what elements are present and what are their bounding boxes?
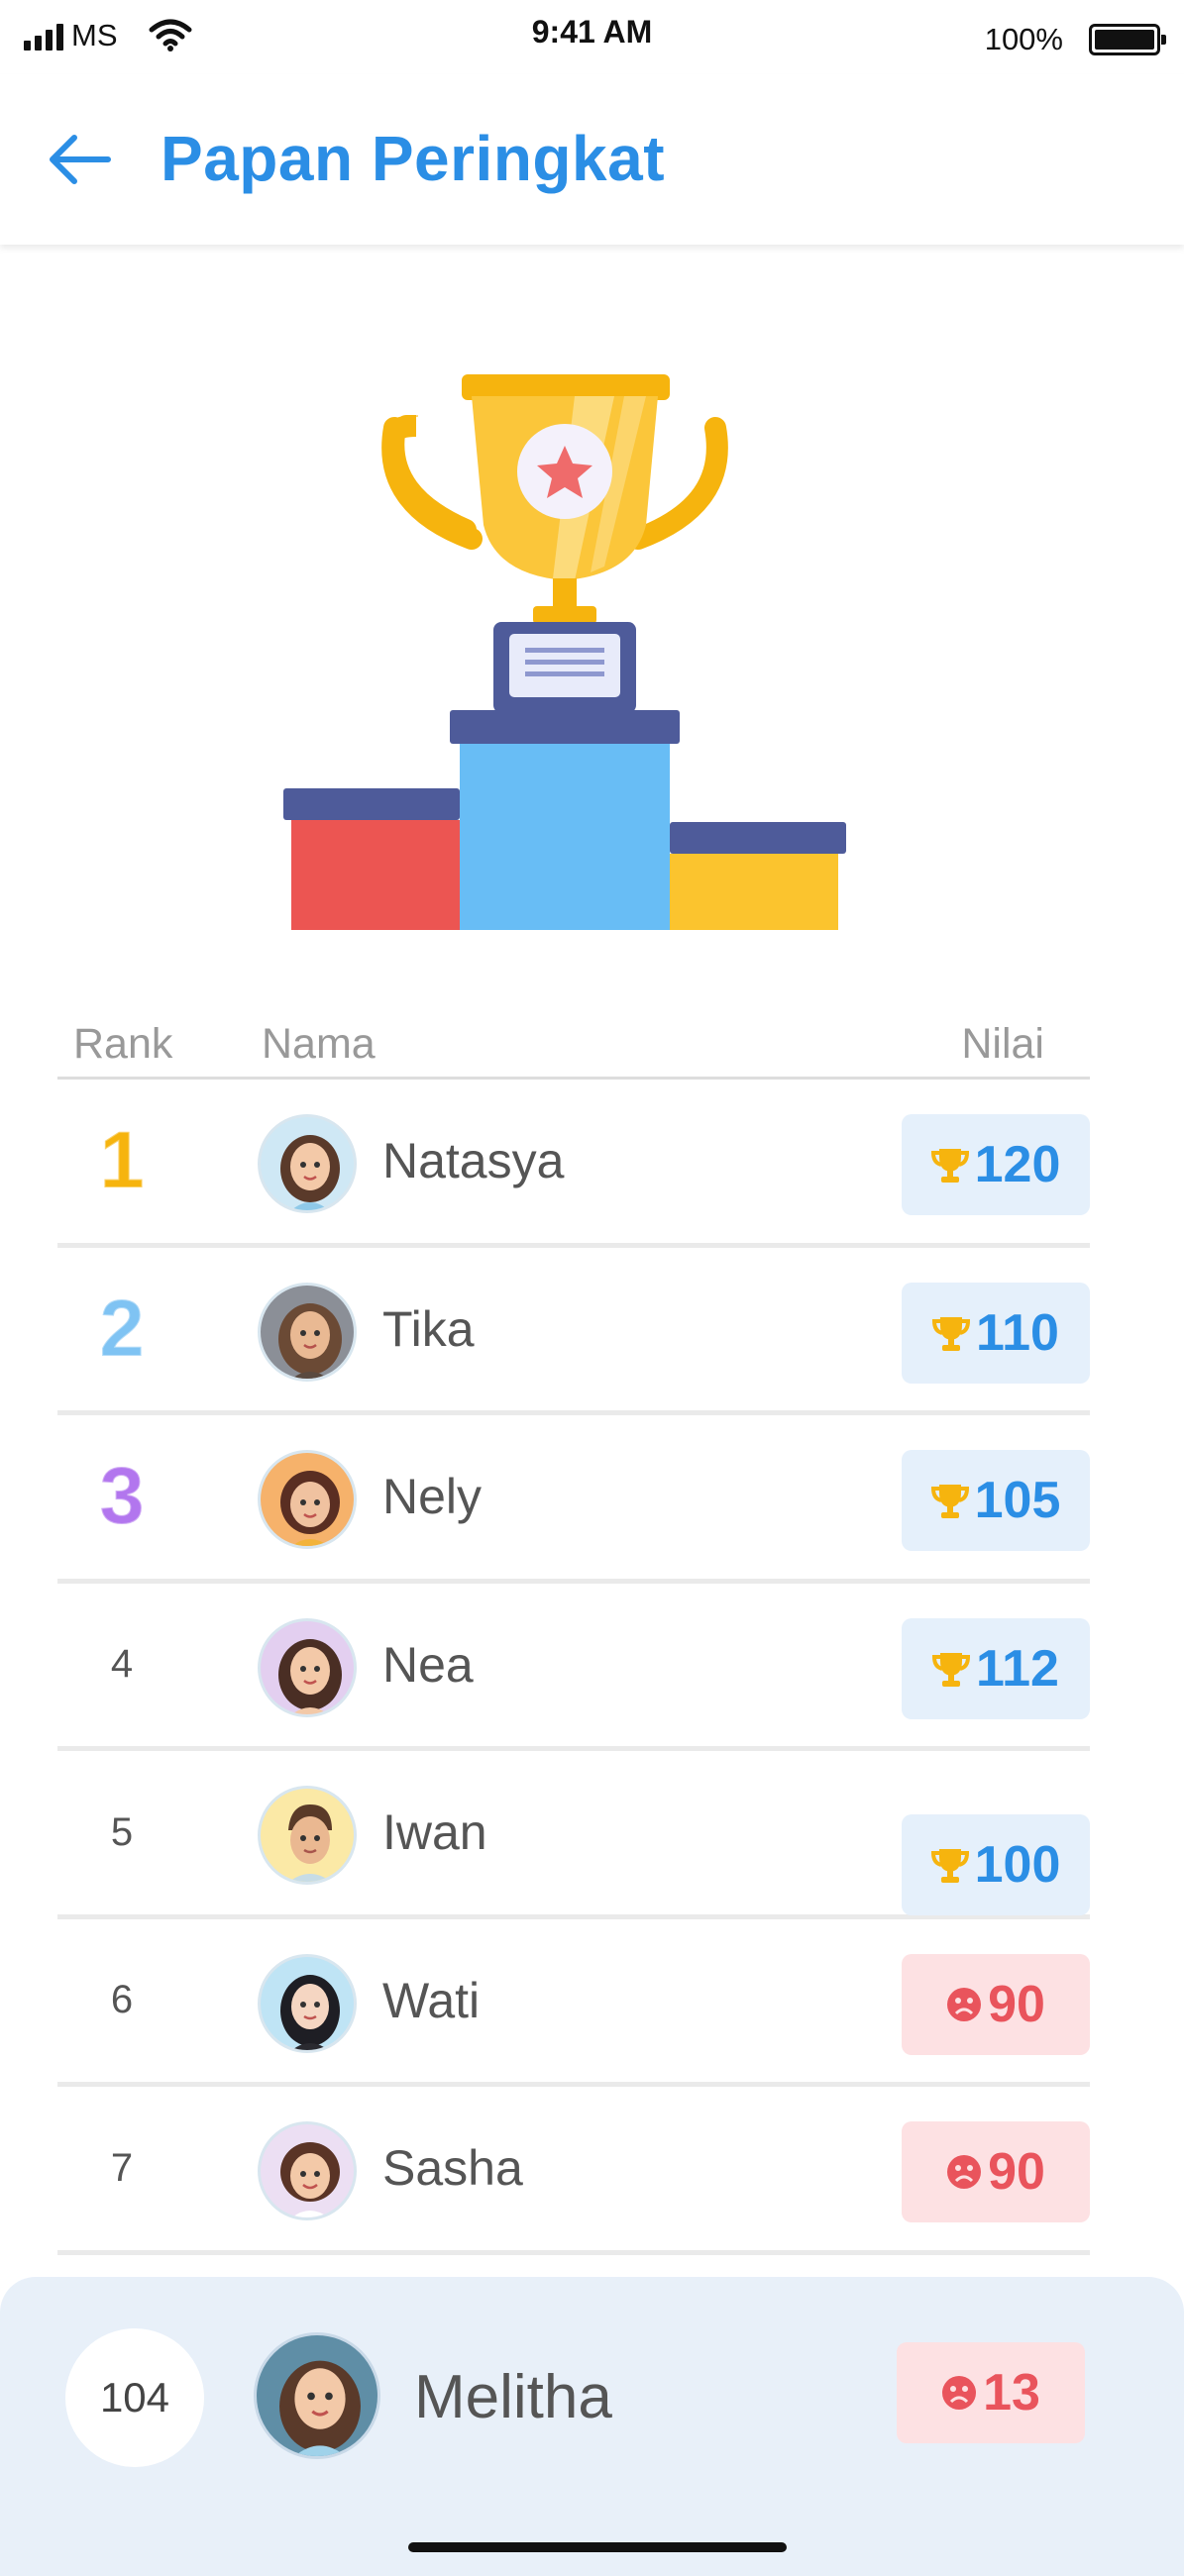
- trophy-icon: [930, 1149, 969, 1183]
- score-value: 105: [974, 1472, 1061, 1529]
- avatar: [258, 1617, 357, 1717]
- rank-number: 4: [110, 1642, 134, 1687]
- avatar: [258, 1953, 357, 2053]
- leaderboard-row[interactable]: 2 Tika 110: [57, 1248, 1090, 1415]
- score-badge: 120: [902, 1114, 1090, 1215]
- score-value: 90: [988, 1975, 1045, 2033]
- player-name: Nely: [382, 1469, 483, 1525]
- avatar: [258, 1450, 357, 1549]
- leaderboard-row[interactable]: 4 Nea 112: [57, 1584, 1090, 1751]
- rank-number: 3: [98, 1450, 146, 1542]
- arrow-left-icon: [50, 135, 111, 184]
- score-badge: 13: [897, 2342, 1085, 2443]
- current-user-rank: 104: [65, 2328, 204, 2467]
- leaderboard-row[interactable]: 6 Wati 90: [57, 1919, 1090, 2087]
- current-user-name: Melitha: [414, 2362, 612, 2431]
- rank-number: 2: [98, 1283, 146, 1375]
- player-name: Tika: [382, 1300, 475, 1357]
- score-value: 110: [976, 1303, 1059, 1362]
- rank-number: 6: [110, 1978, 134, 2022]
- leaderboard-row[interactable]: 7 Sasha 90: [57, 2087, 1090, 2255]
- score-value: 13: [983, 2364, 1040, 2421]
- avatar: [258, 1114, 357, 1213]
- sad-face-icon: [947, 2155, 982, 2189]
- score-badge: 90: [902, 1953, 1090, 2055]
- rank-number: 7: [110, 2145, 134, 2190]
- current-user-card[interactable]: 104 Melitha 13: [0, 2277, 1184, 2576]
- score-badge: 105: [902, 1450, 1090, 1551]
- rank-number: 1: [98, 1114, 146, 1206]
- column-header-name: Nama: [262, 1020, 376, 1068]
- sad-face-icon: [942, 2376, 977, 2410]
- table-header: Rank Nama Nilai: [57, 1018, 1090, 1080]
- battery-icon: [1089, 24, 1166, 55]
- avatar: [258, 2121, 357, 2220]
- leaderboard-list: 1 Natasya 120 2 Tika 110 3 Nely 105 4 Ne…: [57, 1080, 1090, 2255]
- score-value: 100: [974, 1836, 1061, 1894]
- player-name: Sasha: [382, 2140, 523, 2197]
- trophy-podium-illustration: [277, 357, 852, 941]
- trophy-icon: [930, 1849, 969, 1883]
- player-name: Nea: [382, 1636, 474, 1693]
- score-value: 120: [974, 1136, 1061, 1193]
- page-title: Papan Peringkat: [161, 123, 665, 194]
- rank-number: 5: [110, 1809, 134, 1854]
- score-badge: 112: [902, 1617, 1090, 1719]
- player-name: Wati: [382, 1972, 481, 2028]
- trophy-icon: [932, 1652, 971, 1687]
- back-button[interactable]: [44, 124, 115, 195]
- battery-percentage: 100%: [984, 22, 1063, 56]
- home-indicator: [408, 2542, 787, 2552]
- leaderboard-row[interactable]: 1 Natasya 120: [57, 1080, 1090, 1248]
- score-badge: 100: [902, 1814, 1090, 1915]
- avatar: [254, 2332, 380, 2459]
- status-bar: MS 9:41 AM 100%: [0, 0, 1184, 74]
- avatar: [258, 1786, 357, 1885]
- leaderboard-row[interactable]: 3 Nely 105: [57, 1415, 1090, 1584]
- score-value: 112: [976, 1639, 1059, 1698]
- leaderboard-row[interactable]: 5 Iwan 100: [57, 1751, 1090, 1919]
- sad-face-icon: [947, 1987, 982, 2021]
- score-badge: 110: [902, 1282, 1090, 1384]
- column-header-score: Nilai: [961, 1020, 1044, 1068]
- score-badge: 90: [902, 2121, 1090, 2222]
- player-name: Iwan: [382, 1804, 487, 1861]
- trophy-icon: [930, 1485, 969, 1518]
- player-name: Natasya: [382, 1133, 565, 1189]
- column-header-rank: Rank: [73, 1020, 173, 1068]
- trophy-icon: [932, 1316, 971, 1351]
- score-value: 90: [988, 2143, 1045, 2201]
- avatar: [258, 1282, 357, 1382]
- app-header: Papan Peringkat: [0, 74, 1184, 245]
